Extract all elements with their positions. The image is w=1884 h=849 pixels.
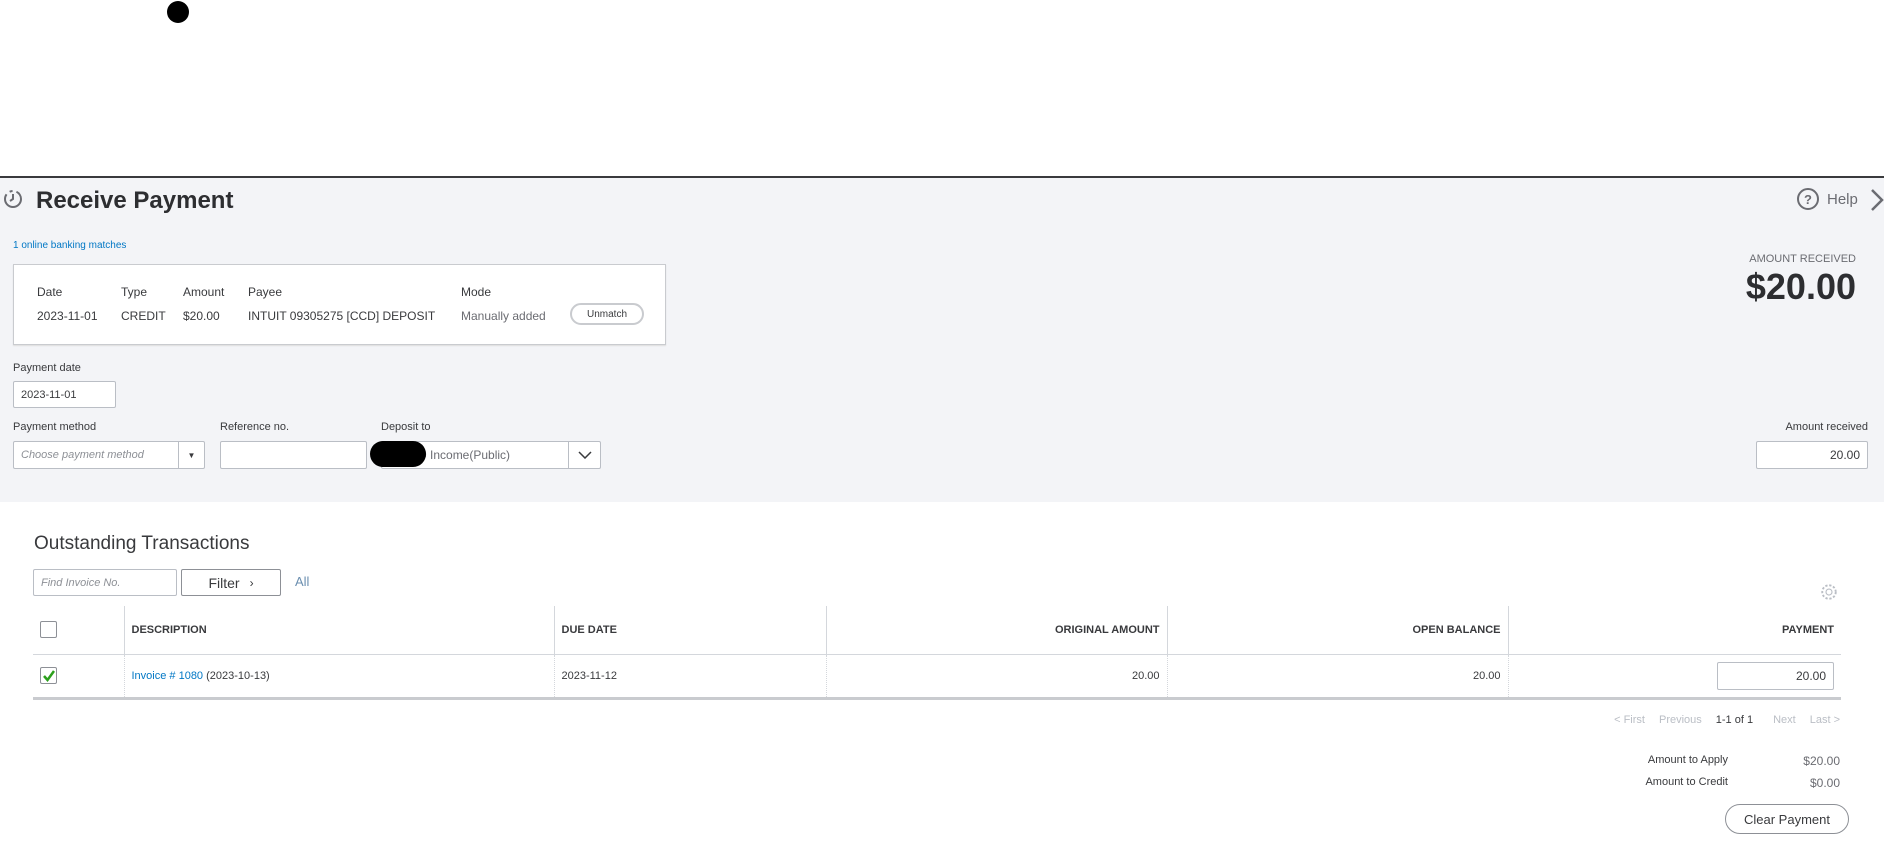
- amount-received-total: $20.00: [1745, 266, 1856, 307]
- amount-to-credit-label: Amount to Credit: [1645, 776, 1728, 788]
- reference-input[interactable]: [220, 441, 367, 469]
- payment-method-select[interactable]: Choose payment method ▼: [13, 441, 205, 469]
- unmatch-button[interactable]: Unmatch: [570, 303, 644, 325]
- col-payee: Payee: [248, 285, 283, 299]
- col-mode: Mode: [461, 285, 492, 299]
- chevron-down-icon[interactable]: [568, 442, 600, 468]
- col-type: Type: [121, 285, 148, 299]
- close-icon[interactable]: [1870, 188, 1884, 212]
- due-date: 2023-11-12: [553, 654, 826, 700]
- col-payment: PAYMENT: [1507, 606, 1841, 655]
- amount-to-credit-value: $0.00: [1809, 776, 1840, 790]
- outstanding-title: Outstanding Transactions: [34, 533, 250, 554]
- row-checkbox[interactable]: [40, 667, 57, 684]
- payment-date-label: Payment date: [13, 362, 81, 374]
- filter-label: Filter: [208, 574, 240, 591]
- match-mode: Manually added: [461, 309, 546, 323]
- checkmark-icon: [43, 670, 55, 682]
- pager-first[interactable]: < First: [1614, 714, 1645, 726]
- caret-down-icon[interactable]: ▼: [178, 442, 204, 468]
- help-icon: ?: [1797, 188, 1819, 210]
- match-payee: INTUIT 09305275 [CCD] DEPOSIT: [248, 309, 436, 323]
- amount-to-apply-label: Amount to Apply: [1647, 754, 1728, 766]
- open-balance: 20.00: [1166, 654, 1508, 700]
- deposit-to-value: 9 Income(Public): [420, 448, 511, 462]
- gear-icon[interactable]: [1820, 583, 1838, 601]
- payment-input[interactable]: 20.00: [1717, 661, 1834, 690]
- match-type: CREDIT: [121, 309, 166, 323]
- page-title: Receive Payment: [36, 187, 234, 214]
- banking-match-card: Date Type Amount Payee Mode 2023-11-01 C…: [13, 264, 666, 345]
- deposit-to-label: Deposit to: [381, 421, 431, 433]
- payment-date-input[interactable]: 2023-11-01: [13, 381, 116, 408]
- select-all-checkbox[interactable]: [40, 621, 57, 639]
- pager-last[interactable]: Last >: [1810, 714, 1840, 726]
- table-row: Invoice # 1080 (2023-10-13) 2023-11-12 2…: [33, 654, 1841, 700]
- pager-range: 1-1 of 1: [1715, 714, 1754, 726]
- invoice-link[interactable]: Invoice # 1080: [132, 670, 204, 682]
- col-amount: Amount: [183, 285, 225, 299]
- cursor-dot: [167, 1, 189, 23]
- outstanding-table: DESCRIPTION DUE DATE ORIGINAL AMOUNT OPE…: [33, 606, 1841, 700]
- amount-to-apply-value: $20.00: [1803, 754, 1840, 768]
- chevron-right-icon: ›: [249, 575, 254, 590]
- amount-received-label: AMOUNT RECEIVED: [1749, 253, 1856, 265]
- col-date: Date: [37, 285, 63, 299]
- find-invoice-placeholder: Find Invoice No.: [41, 576, 121, 589]
- pagination: < First Previous 1-1 of 1 Next Last >: [1600, 714, 1840, 726]
- reference-label: Reference no.: [220, 421, 290, 433]
- match-amount: $20.00: [183, 309, 220, 323]
- online-banking-matches-link[interactable]: 1 online banking matches: [13, 240, 126, 251]
- amount-received-input[interactable]: 20.00: [1756, 441, 1868, 469]
- payment-method-label: Payment method: [13, 421, 97, 433]
- original-amount: 20.00: [825, 654, 1167, 700]
- col-description: DESCRIPTION: [123, 606, 554, 655]
- redaction-mark: [370, 441, 426, 467]
- col-original-amount: ORIGINAL AMOUNT: [825, 606, 1167, 655]
- filter-button[interactable]: Filter ›: [181, 569, 281, 596]
- pager-next[interactable]: Next: [1773, 714, 1796, 726]
- col-due-date: DUE DATE: [553, 606, 826, 655]
- clear-payment-button[interactable]: Clear Payment: [1725, 804, 1849, 834]
- filter-all-link[interactable]: All: [295, 574, 309, 589]
- col-open-balance: OPEN BALANCE: [1166, 606, 1508, 655]
- amount-received-field-label: Amount received: [1785, 421, 1868, 433]
- help-label: Help: [1827, 190, 1858, 208]
- payment-method-placeholder: Choose payment method: [21, 449, 144, 461]
- recent-transactions-icon[interactable]: [2, 188, 24, 210]
- pager-previous[interactable]: Previous: [1659, 714, 1702, 726]
- help-button[interactable]: ? Help: [1797, 188, 1858, 210]
- find-invoice-input[interactable]: Find Invoice No.: [33, 569, 177, 596]
- match-date: 2023-11-01: [37, 309, 98, 323]
- invoice-date: (2023-10-13): [206, 669, 270, 682]
